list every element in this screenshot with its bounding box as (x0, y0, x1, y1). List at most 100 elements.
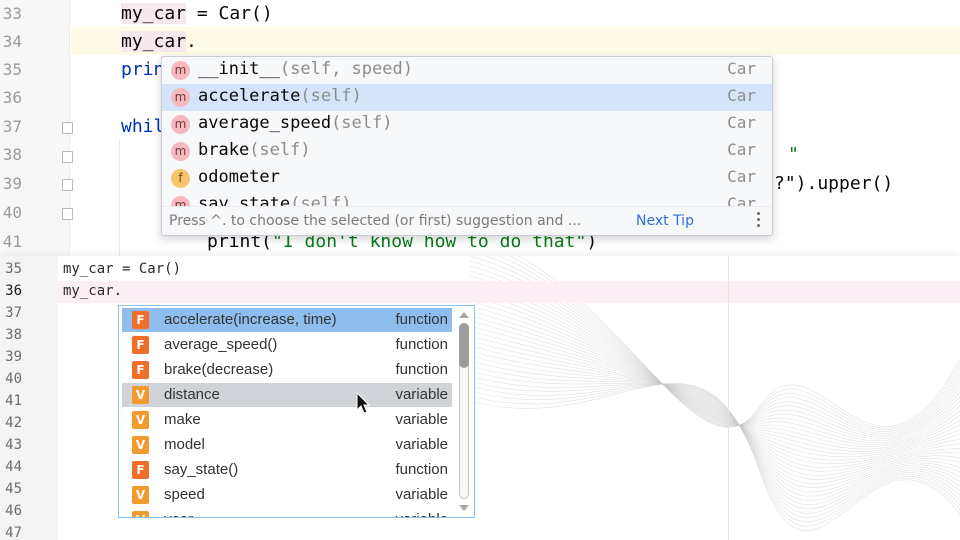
method-badge-icon: m (171, 88, 190, 107)
fold-marker-icon[interactable] (62, 208, 73, 220)
completion-item[interactable]: m average_speed(self) Car (162, 111, 772, 138)
line-number: 33 (2, 4, 22, 23)
variable-token: my_car (121, 31, 187, 52)
completion-item[interactable]: Fsay_state() function (122, 458, 452, 482)
current-line-highlight (58, 281, 960, 303)
wave-line (469, 360, 960, 497)
completion-item-label: accelerate (198, 86, 301, 106)
method-badge-icon: m (171, 142, 190, 161)
indent-guide (119, 140, 120, 256)
fold-marker-icon[interactable] (62, 122, 73, 134)
line-number: 36 (2, 88, 22, 107)
completion-item-type: variable (395, 486, 448, 503)
completion-item[interactable]: m brake(self) Car (162, 138, 772, 165)
line-number: 46 (5, 503, 22, 519)
line-number: 41 (2, 232, 22, 251)
variable-badge-icon: V (132, 511, 149, 517)
completion-item-type: function (395, 361, 448, 378)
code-line-33[interactable]: my_car = Car() (121, 3, 273, 24)
completion-item-label: say_state() (164, 461, 239, 478)
wave-line (469, 350, 960, 489)
completion-item-type: variable (395, 511, 448, 517)
completion-item[interactable]: Faverage_speed() function (122, 333, 452, 357)
completion-item[interactable]: Vyear variable (122, 508, 452, 517)
code-text: = Car() (186, 3, 273, 24)
completion-item-name: __init__(self, speed) (198, 59, 413, 79)
line-number: 38 (5, 327, 22, 343)
completion-item[interactable]: Vmodel variable (122, 433, 452, 457)
completion-item[interactable]: m accelerate(self) Car (162, 84, 772, 111)
fold-marker-icon[interactable] (62, 151, 73, 163)
completion-item[interactable]: Faccelerate(increase, time) function (122, 308, 452, 332)
completion-item-label: year (164, 511, 193, 517)
variable-badge-icon: V (132, 436, 149, 454)
top-completion-popup[interactable]: m __init__(self, speed) Car m accelerate(sel… (161, 56, 773, 236)
function-badge-icon: F (132, 461, 149, 479)
code-line-35[interactable]: my_car = Car() (63, 261, 181, 277)
completion-item-type: Car (727, 86, 756, 105)
completion-item-label: speed (164, 486, 205, 503)
code-line-39-tail[interactable]: ?").upper() (774, 173, 893, 194)
bottom-editor[interactable]: 35 36 37 38 39 40 41 42 43 44 45 46 47 my_car = Car(… (0, 256, 960, 540)
line-number: 38 (2, 145, 22, 164)
completion-item-label: average_speed (198, 113, 332, 133)
completion-scrollbar[interactable] (457, 309, 471, 514)
fold-marker-icon[interactable] (62, 179, 73, 191)
completion-item-signature: (self) (249, 140, 311, 160)
function-badge-icon: F (132, 336, 149, 354)
completion-item-label: __init__ (198, 59, 280, 79)
more-options-icon[interactable] (754, 210, 762, 232)
variable-badge-icon: V (132, 386, 149, 404)
completion-item-label: brake(decrease) (164, 361, 274, 378)
completion-item-name: odometer (198, 167, 280, 187)
code-line-38-tail[interactable]: " (788, 144, 799, 165)
function-badge-icon: F (132, 311, 149, 329)
line-number: 39 (2, 174, 22, 193)
wave-line (469, 330, 960, 472)
completion-item-label: make (164, 411, 201, 428)
variable-badge-icon: V (132, 486, 149, 504)
completion-item-name: average_speed(self) (198, 113, 392, 133)
completion-item-type: function (395, 336, 448, 353)
line-number: 37 (5, 305, 22, 321)
bottom-completion-popup[interactable]: Faccelerate(increase, time) function Faver… (118, 305, 475, 518)
top-editor[interactable]: 33 34 35 36 37 38 39 40 41 my_car = Car(… (0, 0, 960, 256)
completion-item[interactable]: Vmake variable (122, 408, 452, 432)
completion-item-label: distance (164, 386, 220, 403)
completion-item[interactable]: f odometer Car (162, 165, 772, 192)
line-number: 39 (5, 349, 22, 365)
scroll-up-icon[interactable] (459, 312, 469, 318)
completion-item-label: odometer (198, 167, 280, 187)
line-number: 34 (2, 32, 22, 51)
completion-item-type: Car (727, 140, 756, 159)
line-number: 44 (5, 459, 22, 475)
current-line-highlight (71, 27, 960, 55)
code-line-34[interactable]: my_car. (121, 31, 197, 52)
scroll-thumb[interactable] (459, 323, 469, 368)
line-number: 47 (5, 525, 22, 540)
line-number: 42 (5, 415, 22, 431)
scroll-down-icon[interactable] (459, 505, 469, 511)
variable-badge-icon: V (132, 411, 149, 429)
next-tip-link[interactable]: Next Tip (636, 213, 694, 229)
completion-item-name: brake(self) (198, 140, 311, 160)
line-number: 36 (5, 283, 22, 299)
completion-item[interactable]: Fbrake(decrease) function (122, 358, 452, 382)
completion-item[interactable]: Vdistance variable (122, 383, 452, 407)
code-text: . (186, 31, 197, 52)
completion-item-type: variable (395, 411, 448, 428)
line-number: 40 (5, 371, 22, 387)
completion-item-type: Car (727, 167, 756, 186)
completion-item-label: average_speed() (164, 336, 278, 353)
code-line-36[interactable]: my_car. (63, 283, 122, 299)
completion-item[interactable]: Vspeed variable (122, 483, 452, 507)
method-badge-icon: m (171, 61, 190, 80)
line-number: 40 (2, 203, 22, 222)
completion-item-type: variable (395, 386, 448, 403)
completion-item-name: accelerate(self) (198, 86, 362, 106)
function-badge-icon: F (132, 361, 149, 379)
mouse-pointer-icon (356, 392, 371, 414)
completion-item[interactable]: m __init__(self, speed) Car (162, 57, 772, 84)
line-number: 41 (5, 393, 22, 409)
field-badge-icon: f (171, 169, 190, 188)
